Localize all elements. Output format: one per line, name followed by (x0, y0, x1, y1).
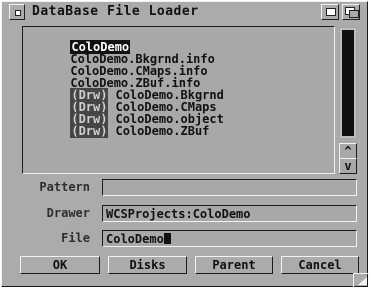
file-label: File (61, 231, 90, 245)
text-cursor (163, 233, 171, 244)
list-item[interactable]: ColoDemo.CMaps.info (27, 53, 207, 77)
resize-icon[interactable] (353, 273, 369, 287)
drawer-input[interactable]: WCSProjects:ColoDemo (102, 205, 357, 222)
file-list[interactable]: ColoDemo ColoDemo.Bkgrnd.info ColoDemo.C… (22, 26, 335, 174)
file-requester-window: DataBase File Loader ColoDemo ColoDemo.B… (1, 1, 369, 287)
list-item[interactable]: ColoDemo.Bkgrnd.info (27, 41, 215, 65)
file-value-wrap: ColoDemo (106, 232, 171, 246)
drawer-tag: (Drw) (70, 124, 109, 138)
parent-button[interactable]: Parent (195, 256, 273, 274)
ok-button[interactable]: OK (20, 256, 100, 274)
list-scrollbar[interactable]: ^ v (338, 26, 358, 174)
list-item[interactable]: (Drw) ColoDemo.Bkgrnd (27, 77, 224, 102)
list-item[interactable]: (Drw) ColoDemo.object (27, 101, 224, 126)
depth-icon-back (349, 10, 359, 18)
scroll-down-icon[interactable]: v (339, 158, 357, 174)
cancel-button[interactable]: Cancel (281, 256, 359, 274)
disks-button[interactable]: Disks (108, 256, 187, 274)
resize-icon-triangle (358, 277, 367, 285)
window-title: DataBase File Loader (32, 4, 199, 19)
drawer-value: WCSProjects:ColoDemo (106, 207, 251, 221)
list-item[interactable]: (Drw) ColoDemo.CMaps (27, 89, 217, 114)
file-value: ColoDemo (106, 232, 164, 246)
scroll-up-icon[interactable]: ^ (339, 143, 357, 159)
zoom-icon-box (326, 8, 336, 16)
depth-icon[interactable] (342, 4, 360, 20)
title-bar[interactable]: DataBase File Loader (4, 3, 365, 21)
list-item-name: ColoDemo.ZBuf (115, 124, 210, 138)
pattern-label: Pattern (39, 180, 90, 194)
list-item[interactable]: ColoDemo.ZBuf.info (27, 65, 200, 89)
drawer-label: Drawer (46, 206, 90, 220)
list-item[interactable]: ColoDemo (27, 29, 131, 54)
scrollbar-knob[interactable] (340, 28, 356, 138)
pattern-input[interactable] (102, 179, 357, 196)
file-input[interactable]: ColoDemo (102, 230, 357, 247)
close-icon[interactable] (9, 4, 25, 20)
zoom-icon[interactable] (321, 4, 339, 20)
list-item[interactable]: (Drw) ColoDemo.ZBuf (27, 113, 209, 138)
close-gadget-dot (15, 10, 21, 16)
